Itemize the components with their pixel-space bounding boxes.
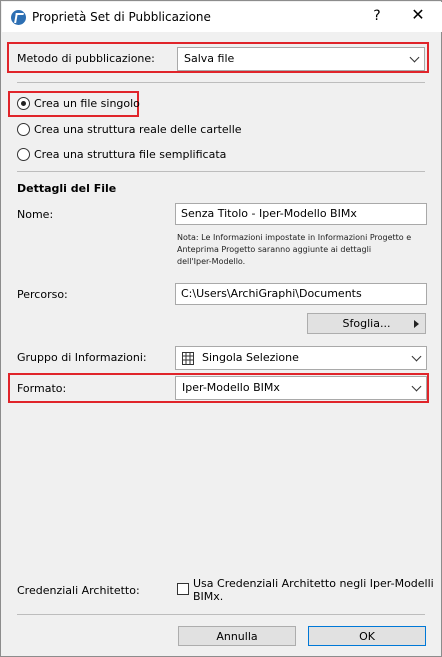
credentials-checkbox[interactable]: [177, 583, 189, 595]
note-line: Nota: Le Informazioni impostate in Infor…: [177, 233, 412, 242]
separator: [17, 614, 425, 615]
separator: [17, 171, 425, 172]
method-label: Metodo di pubblicazione:: [17, 52, 155, 65]
group-label: Gruppo di Informazioni:: [17, 351, 147, 364]
chevron-down-icon: [411, 381, 422, 392]
browse-button[interactable]: Sfoglia...: [307, 313, 426, 334]
window-title: Proprietà Set di Pubblicazione: [32, 10, 211, 24]
details-heading: Dettagli del File: [17, 182, 117, 195]
format-select[interactable]: Iper-Modello BIMx: [175, 376, 427, 400]
group-select[interactable]: Singola Selezione: [175, 346, 427, 370]
close-button[interactable]: ✕: [406, 5, 430, 24]
ok-button[interactable]: OK: [308, 626, 426, 646]
radio-button[interactable]: [17, 148, 30, 161]
separator: [17, 82, 425, 83]
path-input[interactable]: C:\Users\ArchiGraphi\Documents: [175, 283, 427, 305]
arrow-right-icon: [414, 320, 419, 328]
radio-button[interactable]: [17, 123, 30, 136]
method-value: Salva file: [184, 52, 235, 65]
credentials-checkbox-label[interactable]: Usa Credenziali Architetto negli Iper-Mo…: [193, 577, 434, 603]
chevron-down-icon: [409, 52, 420, 63]
chevron-down-icon: [411, 351, 422, 362]
name-label: Nome:: [17, 208, 54, 221]
archicad-app-icon: [11, 10, 26, 25]
radio-label[interactable]: Crea una struttura file semplificata: [34, 148, 226, 161]
radio-button-selected[interactable]: [17, 97, 30, 110]
name-input[interactable]: Senza Titolo - Iper-Modello BIMx: [175, 203, 427, 225]
checkbox-label-line[interactable]: Usa Credenziali Architetto negli Iper-Mo…: [193, 577, 434, 590]
note-text: Nota: Le Informazioni impostate in Infor…: [177, 232, 427, 268]
note-line: Anteprima Progetto saranno aggiunte ai d…: [177, 245, 372, 254]
title-bar: Proprietà Set di Pubblicazione ? ✕: [2, 2, 442, 32]
path-label: Percorso:: [17, 288, 68, 301]
format-value: Iper-Modello BIMx: [182, 381, 280, 394]
note-line: dell'Iper-Modello.: [177, 257, 246, 266]
format-label: Formato:: [17, 382, 67, 395]
credentials-label: Credenziali Architetto:: [17, 584, 140, 597]
method-select[interactable]: Salva file: [177, 47, 425, 71]
radio-label[interactable]: Crea un file singolo: [34, 97, 140, 110]
radio-label[interactable]: Crea una struttura reale delle cartelle: [34, 123, 242, 136]
table-grid-icon: [182, 352, 194, 365]
checkbox-label-line[interactable]: BIMx.: [193, 590, 434, 603]
help-button[interactable]: ?: [367, 8, 387, 24]
dialog-window: Proprietà Set di Pubblicazione ? ✕ Metod…: [0, 0, 442, 657]
group-value: Singola Selezione: [202, 351, 299, 364]
browse-button-label: Sfoglia...: [342, 317, 391, 330]
cancel-button[interactable]: Annulla: [178, 626, 296, 646]
